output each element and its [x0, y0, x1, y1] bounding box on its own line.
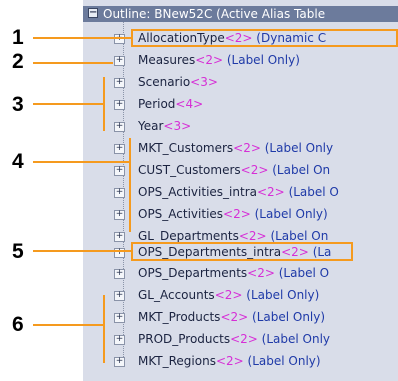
member-label: OPS_Activities_intra<2> (Label O	[138, 184, 339, 201]
member-label: MKT_Customers<2> (Label Only	[138, 140, 333, 157]
member-name: Measures	[138, 53, 196, 67]
member-name: GL_Departments	[138, 229, 239, 243]
member-tag: (Label Only)	[246, 288, 320, 302]
member-label: Year<3>	[138, 118, 191, 135]
expand-icon[interactable]: +	[114, 313, 125, 323]
callout-2-leader	[33, 62, 113, 64]
expand-icon[interactable]: +	[114, 34, 125, 44]
member-label: MKT_Products<2> (Label Only)	[138, 309, 325, 326]
member-tag: (Label Only)	[247, 354, 321, 368]
member-count: <3>	[190, 75, 218, 89]
member-label: MKT_Regions<2> (Label Only)	[138, 353, 321, 370]
expand-icon[interactable]: +	[114, 357, 125, 367]
member-count: <3>	[163, 119, 192, 133]
member-count: <4>	[175, 97, 204, 111]
callout-number-5: 5	[12, 240, 24, 263]
member-name: GL_Accounts	[138, 288, 215, 302]
callout-3-leader	[33, 103, 103, 105]
member-name: MKT_Regions	[138, 354, 216, 368]
expand-icon[interactable]: +	[114, 56, 125, 66]
member-name: MKT_Customers	[138, 141, 234, 155]
callout-1-highlight-box	[131, 29, 398, 47]
member-count: <2>	[233, 141, 261, 155]
member-tag: (Label O	[288, 185, 339, 199]
expand-icon[interactable]: +	[114, 166, 125, 176]
member-tag: (Label Only)	[226, 53, 300, 67]
member-label: GL_Accounts<2> (Label Only)	[138, 287, 319, 304]
expand-icon[interactable]: +	[114, 335, 125, 345]
member-tag: (Label Only	[264, 141, 334, 155]
collapse-icon[interactable]: −	[88, 8, 98, 18]
expand-icon[interactable]: +	[114, 210, 125, 220]
outline-header: − Outline: BNew52C (Active Alias Table	[83, 6, 398, 22]
member-label: OPS_Departments<2> (Label O	[138, 265, 329, 282]
member-name: OPS_Departments	[138, 266, 248, 280]
member-name: Scenario	[138, 75, 191, 89]
member-count: <2>	[223, 207, 251, 221]
expand-icon[interactable]: +	[114, 78, 125, 88]
member-tag: (Label On	[270, 229, 329, 243]
callout-1-leader	[33, 37, 131, 39]
callout-5-highlight-box	[131, 242, 353, 261]
callout-5-leader	[33, 250, 131, 252]
member-label: OPS_Activities<2> (Label Only)	[138, 206, 328, 223]
member-label: PROD_Products<2> (Label Only	[138, 331, 330, 348]
member-count: <2>	[220, 310, 249, 324]
member-label: Period<4>	[138, 96, 203, 113]
outline-title: Outline: BNew52C (Active Alias Table	[103, 7, 326, 21]
callout-3-bracket	[103, 77, 105, 131]
member-name: PROD_Products	[138, 332, 231, 346]
member-count: <2>	[247, 266, 275, 280]
member-name: Year	[138, 119, 164, 133]
member-tag: (Label O	[278, 266, 330, 280]
member-label: Measures<2> (Label Only)	[138, 52, 300, 69]
member-tag: (Label On	[272, 163, 331, 177]
callout-number-4: 4	[12, 150, 24, 173]
member-name: Period	[138, 97, 176, 111]
member-label: CUST_Customers<2> (Label On	[138, 162, 330, 179]
callout-number-2: 2	[12, 50, 24, 73]
callout-6-leader	[33, 324, 103, 326]
member-count: <2>	[215, 354, 244, 368]
expand-icon[interactable]: +	[114, 144, 125, 154]
member-name: CUST_Customers	[138, 163, 241, 177]
member-tag: (Label Only)	[252, 310, 326, 324]
member-name: OPS_Activities	[138, 207, 224, 221]
member-count: <2>	[238, 229, 267, 243]
callout-4-leader	[33, 161, 130, 163]
member-count: <2>	[256, 185, 285, 199]
member-count: <2>	[214, 288, 243, 302]
expand-icon[interactable]: +	[114, 188, 125, 198]
callout-number-3: 3	[12, 93, 24, 116]
expand-icon[interactable]: +	[114, 269, 125, 279]
member-label: Scenario<3>	[138, 74, 218, 91]
callout-number-1: 1	[12, 26, 24, 49]
member-name: OPS_Activities_intra	[138, 185, 257, 199]
callout-number-6: 6	[12, 313, 24, 336]
member-count: <2>	[195, 53, 224, 67]
member-count: <2>	[230, 332, 258, 346]
callout-6-bracket	[103, 295, 105, 363]
callout-4-bracket	[129, 138, 131, 232]
expand-icon[interactable]: +	[114, 122, 125, 132]
expand-icon[interactable]: +	[114, 232, 125, 242]
member-name: MKT_Products	[138, 310, 221, 324]
member-tag: (Label Only	[261, 332, 331, 346]
expand-icon[interactable]: +	[114, 291, 125, 301]
expand-icon[interactable]: +	[114, 100, 125, 110]
member-count: <2>	[240, 163, 269, 177]
member-tag: (Label Only)	[254, 207, 328, 221]
